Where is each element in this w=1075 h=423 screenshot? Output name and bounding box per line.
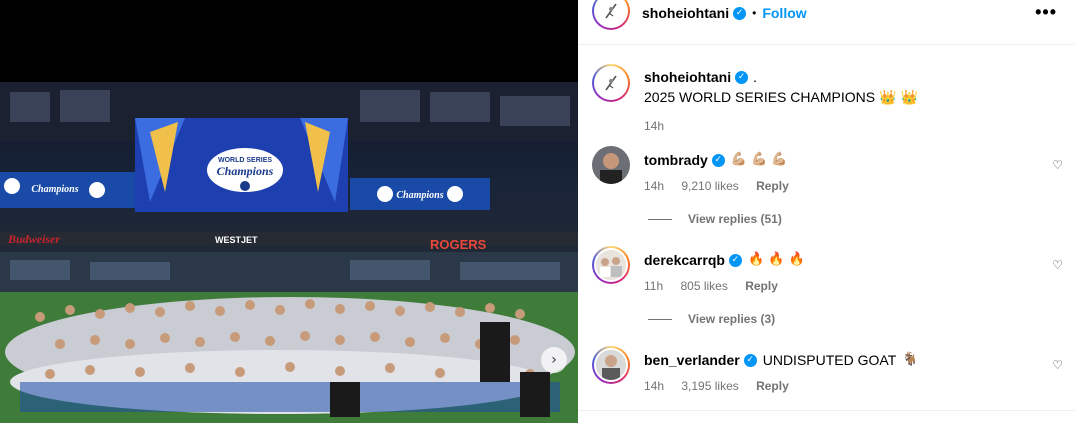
- caption-avatar[interactable]: [592, 64, 630, 102]
- comment-reply-button[interactable]: Reply: [745, 279, 778, 293]
- caption-time: 14h: [644, 119, 665, 133]
- view-replies-label: View replies (3): [688, 312, 776, 326]
- commenter-avatar-icon: [596, 350, 626, 380]
- comment-time[interactable]: 11h: [644, 279, 663, 293]
- like-heart-icon[interactable]: ♡: [1052, 258, 1063, 272]
- banner-right-text: Champions: [396, 190, 443, 201]
- post-header: shoheiohtani ✓ • Follow •••: [578, 0, 1075, 30]
- like-heart-icon[interactable]: ♡: [1052, 358, 1063, 372]
- more-options-icon[interactable]: •••: [1035, 2, 1057, 23]
- scoreboard-text: Champions: [217, 164, 274, 178]
- caption-text: 2025 WORLD SERIES CHAMPIONS: [644, 89, 876, 105]
- comment-likes[interactable]: 9,210 likes: [681, 179, 738, 193]
- view-replies-line: [648, 318, 672, 320]
- caption-author-name[interactable]: shoheiohtani: [644, 67, 731, 87]
- author-avatar-icon: [605, 3, 617, 19]
- post-photo: WORLD SERIES Champions Champions Champio…: [0, 82, 578, 423]
- verified-badge-icon: ✓: [733, 6, 747, 20]
- comment-emoji: 🐐: [902, 352, 919, 367]
- commenter-avatar[interactable]: [592, 246, 630, 284]
- sponsor-left: Budweiser: [7, 232, 60, 246]
- comment-emoji: 💪🏼 💪🏼 💪🏼: [730, 152, 788, 167]
- comment-verified-badge-icon: ✓: [743, 353, 757, 367]
- comment-reply-button[interactable]: Reply: [756, 179, 789, 193]
- comment-username[interactable]: derekcarrqb: [644, 250, 725, 270]
- sponsor-mid: WESTJET: [215, 235, 258, 245]
- post-sidebar: shoheiohtani ✓ • Follow ••• shoheiohtani…: [578, 0, 1075, 423]
- like-heart-icon[interactable]: ♡: [1052, 158, 1063, 172]
- comment-emoji: 🔥 🔥 🔥: [747, 252, 805, 267]
- view-replies-button[interactable]: View replies (51): [648, 212, 782, 226]
- view-replies-line: [648, 218, 672, 220]
- commenter-avatar[interactable]: [592, 346, 630, 384]
- comment-time[interactable]: 14h: [644, 379, 664, 393]
- caption-avatar-icon: [605, 75, 617, 91]
- comment-reply-button[interactable]: Reply: [756, 379, 789, 393]
- comment-likes[interactable]: 805 likes: [680, 279, 727, 293]
- header-divider: [578, 44, 1075, 45]
- commenter-avatar-icon: [596, 250, 626, 280]
- caption-crown-emoji: 👑 👑: [878, 90, 919, 106]
- caption-verified-badge-icon: ✓: [735, 70, 749, 84]
- sponsor-right: ROGERS: [430, 237, 487, 252]
- comments-bottom-divider: [578, 410, 1075, 411]
- comment-time[interactable]: 14h: [644, 179, 664, 193]
- comment-username[interactable]: ben_verlander: [644, 350, 740, 370]
- follow-button[interactable]: Follow: [762, 5, 806, 21]
- comment-username[interactable]: tombrady: [644, 150, 708, 170]
- author-avatar[interactable]: [592, 0, 630, 30]
- next-image-arrow-icon[interactable]: ›: [541, 347, 567, 373]
- view-replies-label: View replies (51): [688, 212, 782, 226]
- comment-verified-badge-icon: ✓: [728, 253, 742, 267]
- post-media: WORLD SERIES Champions Champions Champio…: [0, 0, 578, 423]
- comment-likes[interactable]: 3,195 likes: [681, 379, 738, 393]
- caption-suffix: .: [753, 69, 758, 85]
- post-author-name[interactable]: shoheiohtani: [642, 5, 729, 21]
- champions-photo-illustration: WORLD SERIES Champions Champions Champio…: [0, 82, 578, 423]
- commenter-avatar-icon: [592, 146, 630, 184]
- view-replies-button[interactable]: View replies (3): [648, 312, 775, 326]
- separator-dot: •: [752, 6, 757, 20]
- commenter-avatar[interactable]: [592, 146, 630, 184]
- scoreboard-sub: WORLD SERIES: [218, 157, 272, 164]
- comment-text: UNDISPUTED GOAT: [762, 352, 897, 368]
- comment-verified-badge-icon: ✓: [711, 153, 725, 167]
- banner-left-text: Champions: [31, 184, 78, 195]
